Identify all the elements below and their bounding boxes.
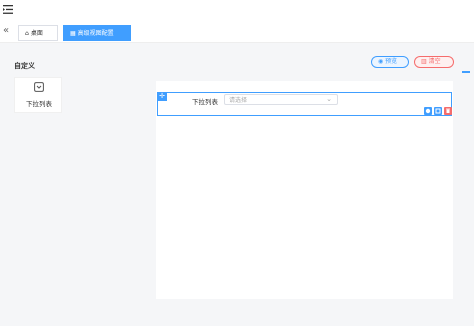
eye-icon: ◉ xyxy=(378,58,384,65)
widget-select[interactable]: 下拉列表 xyxy=(14,77,62,113)
move-icon[interactable]: ✛ xyxy=(157,92,167,101)
clear-button[interactable]: ▥ 清空 xyxy=(414,56,454,68)
hamburger-menu-icon[interactable] xyxy=(3,5,15,17)
panel-title: 自定义 xyxy=(14,62,35,70)
form-canvas[interactable]: ✛ 下拉列表 请选择 ⌄ xyxy=(156,81,453,299)
home-icon: ⌂ xyxy=(25,30,29,37)
clear-label: 清空 xyxy=(428,58,441,65)
preview-button[interactable]: ◉ 预览 xyxy=(371,56,409,68)
divider-accent xyxy=(462,71,470,73)
add-field-button[interactable] xyxy=(434,107,442,115)
top-bar xyxy=(0,0,474,23)
designer-area: ◉ 预览 ▥ 清空 ✛ 下拉列表 请选择 ⌄ xyxy=(150,51,470,311)
chevron-down-icon: ⌄ xyxy=(326,95,332,103)
tab-home[interactable]: ⌂ 桌面 xyxy=(18,25,58,41)
delete-field-button[interactable] xyxy=(444,107,452,115)
form-item-select[interactable]: ✛ 下拉列表 请选择 ⌄ xyxy=(157,92,452,116)
field-label: 下拉列表 xyxy=(192,98,218,106)
tab-bar: « ⌂ 桌面 ▦ 高级视图配置 xyxy=(0,22,474,43)
select-input[interactable]: 请选择 ⌄ xyxy=(224,94,338,105)
copy-field-button[interactable] xyxy=(424,107,432,115)
component-panel: 自定义 下拉列表 xyxy=(8,55,62,145)
tab-advanced-view-config[interactable]: ▦ 高级视图配置 xyxy=(63,25,131,41)
tab-label: 桌面 xyxy=(30,30,43,37)
select-placeholder: 请选择 xyxy=(229,97,248,104)
double-chevron-left-icon[interactable]: « xyxy=(3,25,9,37)
select-box-icon xyxy=(34,82,44,92)
tab-label: 高级视图配置 xyxy=(77,30,114,37)
trash-icon: ▥ xyxy=(421,58,427,65)
preview-label: 预览 xyxy=(385,58,398,65)
widget-label: 下拉列表 xyxy=(26,100,52,108)
grid-icon: ▦ xyxy=(70,30,76,37)
main-content: 自定义 下拉列表 ◉ 预览 ▥ 清空 ✛ 下拉列表 请选择 ⌄ xyxy=(0,43,474,326)
